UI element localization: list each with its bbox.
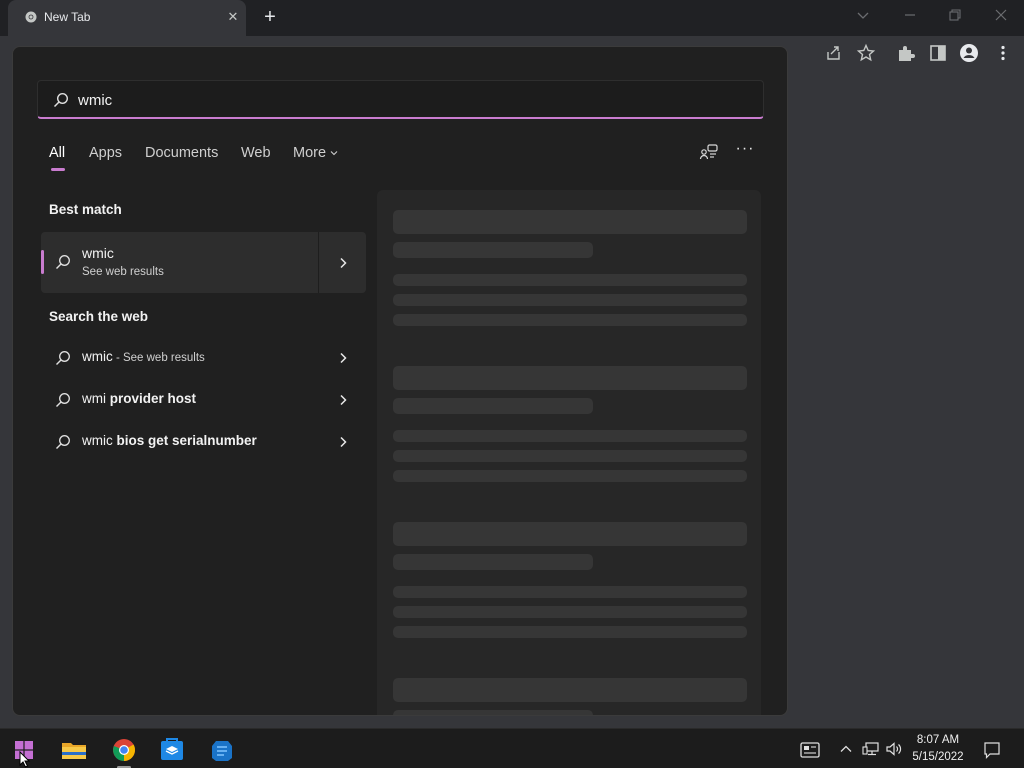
- clock-date: 5/15/2022: [912, 751, 964, 763]
- minimize-icon[interactable]: [898, 4, 922, 26]
- taskbar-clock[interactable]: 8:07 AM 5/15/2022: [906, 732, 970, 766]
- more-options-button[interactable]: ···: [735, 141, 755, 161]
- suggestion-query: wmic: [82, 433, 117, 448]
- suggestion-query: wmi: [82, 391, 110, 406]
- skeleton-block: [393, 210, 747, 234]
- azure-data-studio-icon: [212, 741, 232, 761]
- menu-kebab-icon[interactable]: [992, 42, 1014, 64]
- chevron-up-icon[interactable]: [838, 741, 854, 757]
- search-icon: [56, 255, 70, 269]
- tab-more[interactable]: More: [293, 145, 339, 161]
- search-box[interactable]: [37, 80, 764, 119]
- taskbar: 8:07 AM 5/15/2022: [0, 728, 1024, 768]
- news-widget-icon[interactable]: [800, 741, 820, 759]
- tab-close-icon[interactable]: ✕: [225, 9, 241, 25]
- tab-more-label: More: [293, 145, 327, 161]
- skeleton-block: [393, 522, 747, 546]
- skeleton-line: [393, 450, 747, 462]
- browser-tab[interactable]: New Tab ✕: [8, 0, 246, 36]
- share-icon[interactable]: [823, 42, 845, 64]
- web-suggestion-text: wmi provider host: [82, 391, 196, 406]
- chevron-right-icon: [340, 352, 347, 364]
- skeleton-block: [393, 678, 747, 702]
- search-icon: [56, 351, 70, 365]
- web-suggestion-text: wmic - See web results: [82, 349, 205, 364]
- new-tab-button[interactable]: +: [260, 7, 280, 27]
- skeleton-block: [393, 398, 593, 414]
- suggestion-note: - See web results: [112, 352, 205, 364]
- chrome-favicon-icon: [25, 11, 37, 23]
- volume-icon[interactable]: [885, 741, 903, 757]
- tab-documents[interactable]: Documents: [145, 145, 218, 161]
- desktop-screen: New Tab ✕ + wmic All Apps Documents Web …: [0, 0, 1024, 768]
- suggestion-completion: provider host: [109, 391, 197, 406]
- best-match-subtitle: See web results: [82, 266, 164, 278]
- chevron-right-icon[interactable]: [333, 253, 353, 273]
- best-match-heading: Best match: [49, 202, 122, 217]
- skeleton-line: [393, 294, 747, 306]
- skeleton-block: [393, 554, 593, 570]
- microsoft-store-app[interactable]: [152, 733, 192, 768]
- file-explorer-app[interactable]: [54, 733, 94, 768]
- skeleton-line: [393, 626, 747, 638]
- suggestion-completion: bios get serialnumber: [116, 433, 257, 448]
- network-icon[interactable]: [862, 741, 880, 757]
- mouse-pointer-icon: [19, 751, 31, 768]
- skeleton-block: [393, 242, 593, 258]
- suggestion-query: wmic: [82, 349, 113, 364]
- chevron-down-icon: [330, 151, 338, 156]
- bookmark-star-icon[interactable]: [855, 42, 877, 64]
- browser-tab-strip: New Tab ✕ +: [0, 0, 1024, 36]
- skeleton-line: [393, 470, 747, 482]
- divider: [318, 232, 319, 293]
- side-panel-icon[interactable]: [927, 42, 949, 64]
- store-icon: [161, 738, 183, 760]
- search-icon: [56, 435, 70, 449]
- tab-web[interactable]: Web: [241, 145, 271, 161]
- skeleton-line: [393, 586, 747, 598]
- search-icon: [53, 92, 69, 108]
- web-suggestion-item[interactable]: wmic bios get serialnumber: [41, 423, 366, 461]
- clock-time: 8:07 AM: [916, 734, 960, 746]
- chrome-icon: [113, 739, 135, 761]
- chevron-right-icon: [340, 436, 347, 448]
- chrome-app[interactable]: [104, 733, 144, 768]
- skeleton-line: [393, 314, 747, 326]
- search-icon: [56, 393, 70, 407]
- extensions-icon[interactable]: [895, 42, 917, 64]
- web-suggestion-item[interactable]: wmi provider host: [41, 381, 366, 419]
- close-window-icon[interactable]: [989, 4, 1013, 26]
- chevron-right-icon: [340, 394, 347, 406]
- restore-icon[interactable]: [943, 4, 967, 26]
- web-suggestion-item[interactable]: wmic - See web results: [41, 339, 366, 377]
- skeleton-block: [393, 710, 593, 715]
- tab-all[interactable]: All: [49, 145, 65, 161]
- best-match-result[interactable]: wmic See web results: [41, 232, 366, 293]
- azure-data-studio-app[interactable]: [202, 733, 242, 768]
- start-search-flyout: All Apps Documents Web More ··· Best mat…: [12, 46, 788, 716]
- web-suggestion-text: wmic bios get serialnumber: [82, 433, 257, 448]
- profile-icon[interactable]: [958, 42, 980, 64]
- skeleton-block: [393, 366, 747, 390]
- notification-icon[interactable]: [983, 741, 1001, 759]
- selection-indicator: [41, 250, 44, 274]
- active-tab-indicator: [51, 168, 65, 171]
- tab-apps[interactable]: Apps: [89, 145, 122, 161]
- preview-pane-loading: [377, 190, 761, 715]
- skeleton-line: [393, 430, 747, 442]
- search-input[interactable]: [78, 89, 718, 111]
- folder-icon: [62, 743, 86, 759]
- skeleton-line: [393, 606, 747, 618]
- skeleton-line: [393, 274, 747, 286]
- search-the-web-heading: Search the web: [49, 309, 149, 324]
- tab-search-chevron-icon[interactable]: [851, 4, 875, 26]
- bing-chat-icon[interactable]: [699, 143, 719, 161]
- best-match-title: wmic: [82, 245, 114, 261]
- tab-title: New Tab: [44, 10, 91, 24]
